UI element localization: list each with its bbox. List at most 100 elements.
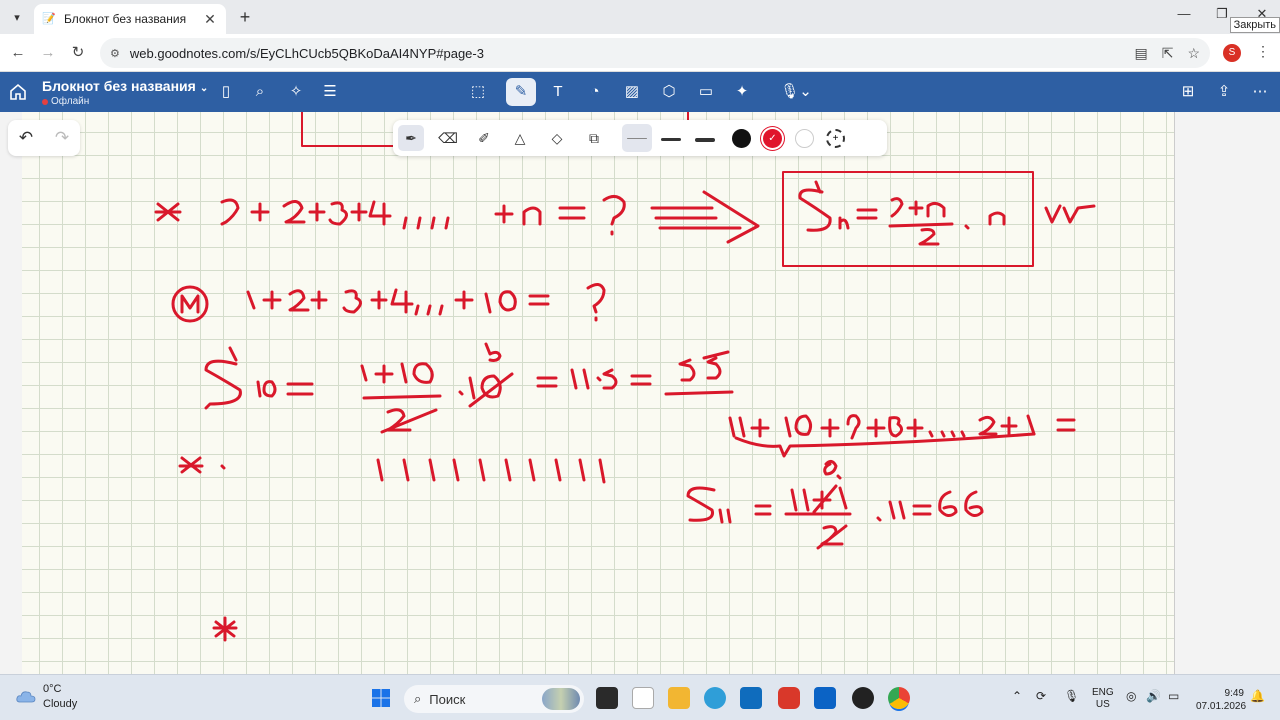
document-title[interactable]: Блокнот без названия ⌄	[42, 78, 208, 94]
medium-stroke-option[interactable]	[656, 124, 686, 152]
bookmark-star-icon[interactable]: ☆	[1187, 45, 1200, 62]
microphone-icon[interactable]: 🎙⌄	[778, 80, 814, 104]
laser-pointer-icon[interactable]: ✦	[730, 80, 754, 104]
tab-search-button[interactable]: ▾	[6, 6, 28, 28]
add-color-icon[interactable]: +	[826, 129, 845, 148]
weather-description[interactable]: Cloudy	[43, 698, 77, 710]
clock-date: 07.01.2026	[1196, 701, 1247, 712]
eraser-icon[interactable]: ⌫	[435, 125, 461, 151]
search-icon[interactable]: ⌕	[248, 80, 272, 104]
cloud-icon	[16, 691, 36, 703]
color-red-swatch-selected[interactable]: ✓	[763, 129, 782, 148]
browser-tab[interactable]: 📝 Блокнот без названия ✕	[34, 4, 226, 34]
lasso-select-icon[interactable]: ⬚	[466, 80, 490, 104]
handwriting-ink	[154, 112, 1096, 642]
microphone-tray-icon[interactable]: 🎙	[1064, 689, 1079, 703]
vivaldi-icon[interactable]	[778, 687, 800, 709]
language-code: ENG	[1092, 687, 1114, 698]
battery-icon[interactable]: ▭	[1168, 689, 1179, 703]
offline-dot	[42, 98, 48, 105]
new-tab-button[interactable]: +	[234, 6, 256, 28]
share-icon[interactable]: ⇪	[1212, 80, 1236, 104]
sync-icon[interactable]: ⟳	[1036, 689, 1046, 703]
minimize-button[interactable]: —	[1174, 6, 1194, 21]
outlook-icon[interactable]	[740, 687, 762, 709]
clipboard-icon[interactable]: ▤	[1134, 45, 1147, 62]
ai-sparkle-icon[interactable]: ✧	[284, 80, 308, 104]
ink-note	[1044, 204, 1096, 224]
comment-icon[interactable]: ▭	[694, 80, 718, 104]
forward-button[interactable]: →	[38, 43, 58, 63]
chevron-down-icon: ⌄	[199, 83, 209, 94]
back-button[interactable]: ←	[8, 43, 28, 63]
clock-time: 9:49	[1224, 688, 1244, 699]
ink-s10	[204, 342, 734, 434]
address-bar-row: ← → ↻ ⚙ web.goodnotes.com/s/EyCLhCUcb5QB…	[0, 34, 1280, 72]
browser-menu-icon[interactable]: ⋮	[1256, 43, 1270, 60]
ink-star-ones	[178, 456, 606, 484]
taskbar-search[interactable]: ⌕ Поиск	[404, 685, 584, 713]
diamond-icon[interactable]: ◇	[544, 125, 570, 151]
windows-start-icon[interactable]	[371, 688, 391, 708]
home-icon[interactable]	[8, 82, 28, 102]
highlighter-icon[interactable]: ✐	[471, 125, 497, 151]
goodnotes-header: Блокнот без названия ⌄ Офлайн ▯ ⌕ ✧ ☰ ⬚ ✎…	[0, 72, 1280, 112]
ink-star-bottom	[212, 616, 238, 642]
volume-icon[interactable]: 🔊	[1146, 689, 1161, 703]
notes-icon[interactable]: ☰	[318, 80, 342, 104]
site-info-icon[interactable]: ⚙	[110, 47, 120, 60]
close-tooltip: Закрыть	[1229, 17, 1280, 33]
ink-s11	[686, 459, 984, 550]
shape-pen-icon[interactable]: △	[507, 125, 533, 151]
canvas-area: ↶ ↷ ✒ ⌫ ✐ △ ◇ ⧉ ✓ +	[0, 112, 1280, 674]
elements-icon[interactable]: ⧉	[581, 125, 607, 151]
profile-avatar[interactable]: S	[1223, 44, 1241, 62]
color-white-swatch[interactable]	[795, 129, 814, 148]
shapes-icon[interactable]: ⬡	[657, 80, 681, 104]
openai-icon[interactable]	[852, 687, 874, 709]
ink-app-icon[interactable]	[632, 687, 654, 709]
search-icon: ⌕	[414, 691, 422, 706]
pen-tool-icon[interactable]: ✎	[506, 78, 536, 106]
show-hidden-icons[interactable]: ⌃	[1012, 689, 1022, 703]
language-indicator[interactable]: ENG US	[1092, 687, 1114, 711]
taskbar-search-placeholder: Поиск	[429, 691, 466, 707]
more-options-icon[interactable]: ⋯	[1248, 80, 1272, 104]
task-view-icon[interactable]	[596, 687, 618, 709]
network-icon[interactable]: ◎	[1126, 689, 1136, 703]
ink-formula-sn	[798, 180, 1006, 246]
windows-taskbar: 0°C Cloudy ⌕ Поиск ⌃ ⟳ 🎙 ENG US ◎ 🔊 ▭ 9:4…	[0, 674, 1280, 720]
reload-button[interactable]: ↻	[68, 43, 88, 63]
browser-tab-strip: ▾ 📝 Блокнот без названия ✕ + — ❐ ✕ Закры…	[0, 0, 1280, 34]
thin-stroke-option[interactable]	[622, 124, 652, 152]
text-tool-icon[interactable]: T	[546, 80, 570, 104]
file-explorer-icon[interactable]	[668, 687, 690, 709]
edge-icon[interactable]	[704, 687, 726, 709]
tab-title: Блокнот без названия	[64, 12, 187, 26]
offline-label: Офлайн	[51, 96, 90, 107]
thick-stroke-option[interactable]	[690, 124, 720, 152]
offline-status: Офлайн	[42, 96, 89, 107]
add-page-icon[interactable]: ⊞	[1176, 80, 1200, 104]
goodnotes-favicon: 📝	[42, 13, 56, 25]
sticker-icon[interactable]: ◔	[583, 80, 607, 104]
fountain-pen-icon[interactable]: ✒	[398, 125, 424, 151]
chrome-icon[interactable]	[888, 687, 910, 709]
store-icon[interactable]	[814, 687, 836, 709]
pen-options-toolbar: ✒ ⌫ ✐ △ ◇ ⧉ ✓ +	[393, 120, 887, 156]
ink-reverse-sum	[728, 414, 1076, 458]
url-text: web.goodnotes.com/s/EyCLhCUcb5QBKoDaAI4N…	[129, 45, 484, 61]
clock[interactable]: 9:49 07.01.2026	[1196, 687, 1247, 713]
install-app-icon[interactable]: ⇱	[1162, 45, 1174, 62]
sidebar-toggle-icon[interactable]: ▯	[214, 80, 238, 104]
keyboard-layout: US	[1095, 699, 1110, 710]
notifications-icon[interactable]: 🔔	[1250, 689, 1265, 703]
weather-temperature[interactable]: 0°C	[43, 683, 61, 695]
color-black-swatch[interactable]	[732, 129, 751, 148]
image-icon[interactable]: ▨	[620, 80, 644, 104]
omnibox[interactable]: ⚙ web.goodnotes.com/s/EyCLhCUcb5QBKoDaAI…	[100, 38, 1210, 68]
document-title-text: Блокнот без названия	[42, 78, 196, 94]
close-tab-icon[interactable]: ✕	[202, 11, 218, 28]
ink-line-1	[154, 190, 760, 244]
ink-line-2	[171, 283, 606, 323]
